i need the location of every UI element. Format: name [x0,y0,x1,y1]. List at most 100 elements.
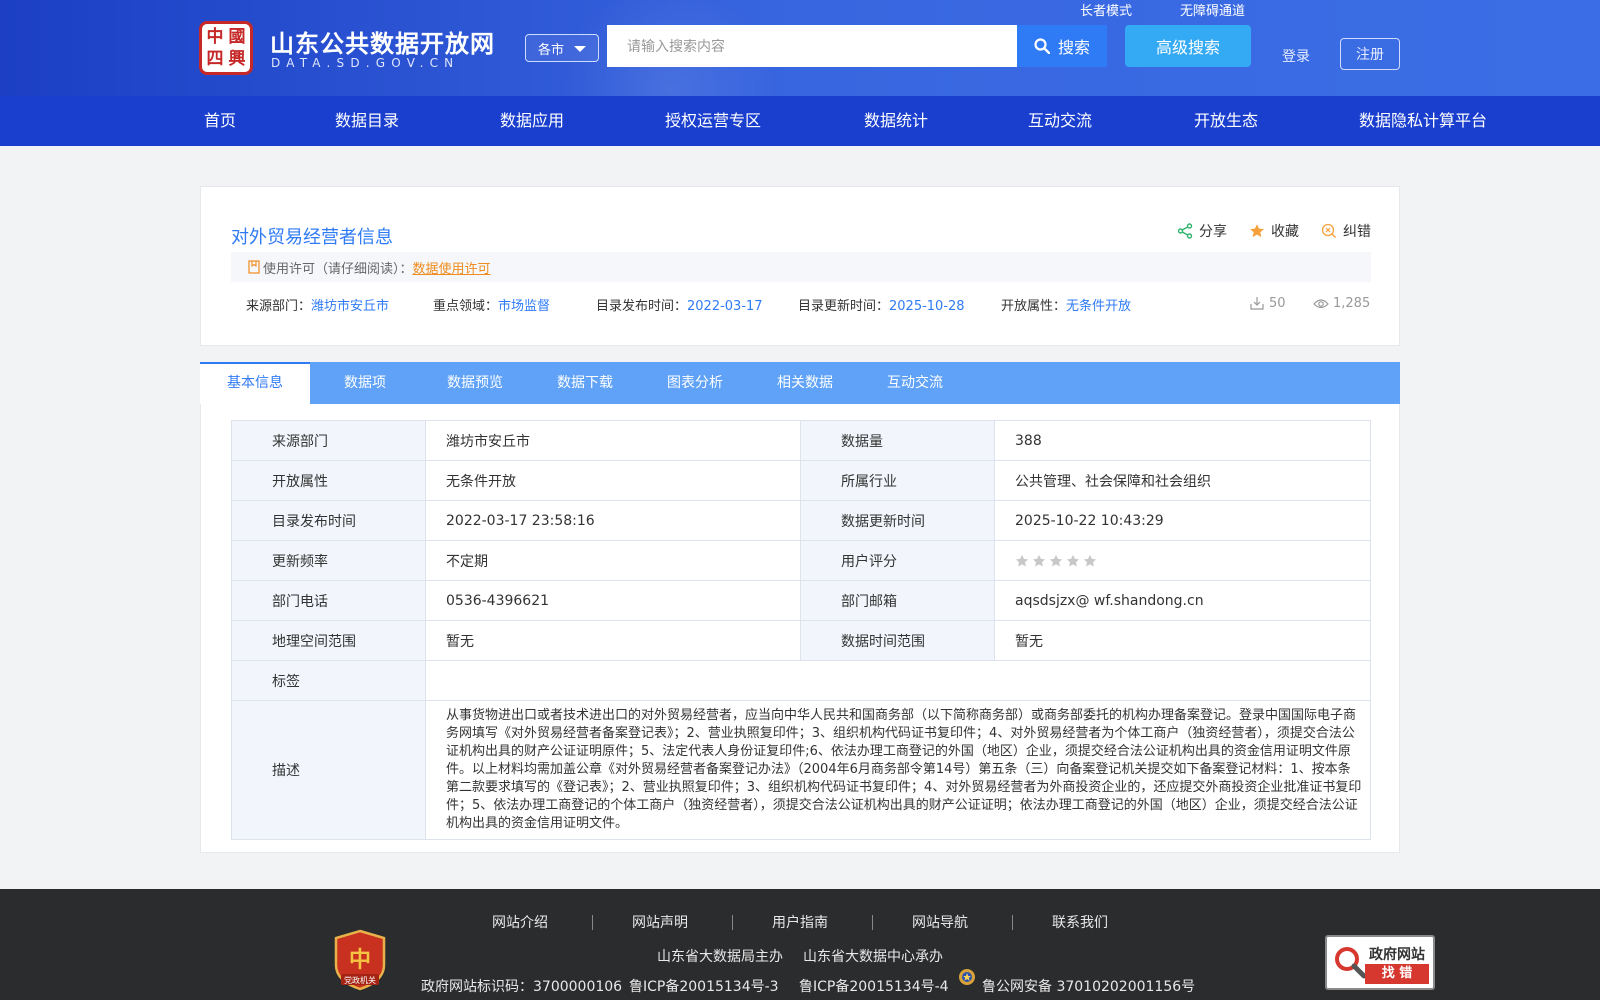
footer-link-guide[interactable]: 用户指南 [772,912,828,932]
user-rating[interactable] [1015,554,1350,568]
meta-domain-label: 重点领域： [433,299,499,314]
nav-home[interactable]: 首页 [204,96,236,146]
view-count-value: 1,285 [1333,295,1371,311]
meta-source-value[interactable]: 潍坊市安丘市 [311,299,389,314]
error-report-label: 找 错 [1365,964,1429,984]
footer-link-about[interactable]: 网站介绍 [492,912,548,932]
correction-button[interactable]: 纠错 [1321,221,1371,241]
search-input[interactable] [607,25,1017,67]
info-value: 388 [994,420,1371,461]
advanced-search-button[interactable]: 高级搜索 [1125,25,1251,67]
seal-char: 中 [206,26,224,47]
info-value: 暂无 [994,620,1371,661]
license-notice: 使用许可（请仔细阅读）： 数据使用许可 [231,252,1371,282]
tab-data-items[interactable]: 数据项 [310,362,420,404]
info-key: 来源部门 [231,420,426,461]
favorite-button[interactable]: 收藏 [1249,221,1299,241]
gov-site-error-report[interactable]: 政府网站 找 错 [1325,935,1435,990]
footer-link-contact[interactable]: 联系我们 [1052,912,1108,932]
star-icon[interactable] [1015,554,1029,568]
table-row: 来源部门 潍坊市安丘市 数据量 388 [231,420,1371,461]
login-link[interactable]: 登录 [1282,46,1310,66]
tab-chart-analysis[interactable]: 图表分析 [640,362,750,404]
meta-update-label: 目录更新时间： [798,299,890,314]
info-value: 暂无 [425,620,801,661]
nav-authorized-operation[interactable]: 授权运营专区 [665,96,761,146]
site-domain: DATA.SD.GOV.CN [271,56,460,70]
city-select[interactable]: 各市 [525,34,599,62]
seal-char: 四 [206,48,224,69]
table-row: 更新频率 不定期 用户评分 [231,540,1371,581]
info-value: aqsdsjzx@ wf.shandong.cn [994,580,1371,621]
info-value: 无条件开放 [425,460,801,501]
star-icon[interactable] [1083,554,1097,568]
footer-links: 网站介绍 网站声明 用户指南 网站导航 联系我们 [0,912,1600,932]
meta-open-label: 开放属性： [1001,299,1067,314]
dataset-summary-card: 对外贸易经营者信息 分享 收藏 纠错 使用许可（请仔细阅读）： 数据使用许可 来… [200,186,1400,346]
meta-domain: 重点领域：市场监督 [433,295,550,314]
info-key: 地理空间范围 [231,620,426,661]
accessibility-link[interactable]: 无障碍通道 [1180,0,1245,19]
basic-info-panel: 来源部门 潍坊市安丘市 数据量 388 开放属性 无条件开放 所属行业 公共管理… [200,404,1400,853]
elder-mode-link[interactable]: 长者模式 [1080,0,1132,19]
info-value: 2022-03-17 23:58:16 [425,500,801,541]
share-button[interactable]: 分享 [1177,221,1227,241]
tab-interaction[interactable]: 互动交流 [860,362,970,404]
tab-related-data[interactable]: 相关数据 [750,362,860,404]
license-link[interactable]: 数据使用许可 [413,258,491,277]
nav-data-apps[interactable]: 数据应用 [500,96,564,146]
table-row: 开放属性 无条件开放 所属行业 公共管理、社会保障和社会组织 [231,460,1371,501]
meta-publish-label: 目录发布时间： [596,299,688,314]
basic-info-table: 来源部门 潍坊市安丘市 数据量 388 开放属性 无条件开放 所属行业 公共管理… [231,420,1371,840]
table-row: 标签 [231,660,1371,701]
info-value: 不定期 [425,540,801,581]
star-icon[interactable] [1032,554,1046,568]
nav-privacy-computing[interactable]: 数据隐私计算平台 [1359,96,1487,146]
meta-open-value: 无条件开放 [1066,299,1132,314]
search-icon [1034,38,1050,54]
nav-interaction[interactable]: 互动交流 [1028,96,1092,146]
tab-basic-info[interactable]: 基本信息 [200,362,310,404]
search-button[interactable]: 搜索 [1017,25,1107,67]
detail-tabs: 基本信息 数据项 数据预览 数据下载 图表分析 相关数据 互动交流 [200,362,1400,404]
table-row: 目录发布时间 2022-03-17 23:58:16 数据更新时间 2025-1… [231,500,1371,541]
info-key: 目录发布时间 [231,500,426,541]
site-title[interactable]: 山东公共数据开放网 [270,24,495,59]
footer-police-record[interactable]: 鲁公网安备 37010202001156号 [982,976,1195,996]
tab-data-download[interactable]: 数据下载 [530,362,640,404]
footer-icp-4[interactable]: 鲁ICP备20015134号-4 [799,976,949,996]
footer-divider [732,915,733,930]
meta-domain-value[interactable]: 市场监督 [498,299,550,314]
nav-open-ecosystem[interactable]: 开放生态 [1194,96,1258,146]
info-value [425,660,1371,701]
main-nav: 首页 数据目录 数据应用 授权运营专区 数据统计 互动交流 开放生态 数据隐私计… [0,96,1600,146]
info-key: 数据更新时间 [800,500,995,541]
star-icon[interactable] [1049,554,1063,568]
seal-char: 興 [228,48,246,69]
footer-site-code: 政府网站标识码：3700000106 [421,979,623,995]
party-gov-badge-icon[interactable]: 中 党政机关 [333,929,387,991]
share-label: 分享 [1199,224,1227,240]
rating-cell [994,540,1371,581]
info-key: 所属行业 [800,460,995,501]
register-button[interactable]: 注册 [1340,38,1400,70]
info-key: 开放属性 [231,460,426,501]
nav-data-catalog[interactable]: 数据目录 [335,96,399,146]
meta-publish-value: 2022-03-17 [687,299,763,314]
star-icon[interactable] [1066,554,1080,568]
info-key: 部门邮箱 [800,580,995,621]
nav-data-statistics[interactable]: 数据统计 [864,96,928,146]
bookmark-icon [248,260,260,274]
footer-link-sitemap[interactable]: 网站导航 [912,912,968,932]
footer-link-statement[interactable]: 网站声明 [632,912,688,932]
footer-divider [872,915,873,930]
meta-source: 来源部门：潍坊市安丘市 [246,295,389,314]
footer-icp-3[interactable]: 鲁ICP备20015134号-3 [629,976,779,996]
tab-data-preview[interactable]: 数据预览 [420,362,530,404]
description-text: 从事货物进出口或者技术进出口的对外贸易经营者，应当向中华人民共和国商务部（以下简… [425,700,1371,840]
dataset-actions: 分享 收藏 纠错 [1177,221,1371,241]
header: 中 國 四 興 山东公共数据开放网 DATA.SD.GOV.CN 各市 搜索 高… [0,0,1600,96]
info-key: 用户评分 [800,540,995,581]
site-logo-seal[interactable]: 中 國 四 興 [199,21,253,75]
license-prefix: 使用许可（请仔细阅读）： [263,261,413,277]
